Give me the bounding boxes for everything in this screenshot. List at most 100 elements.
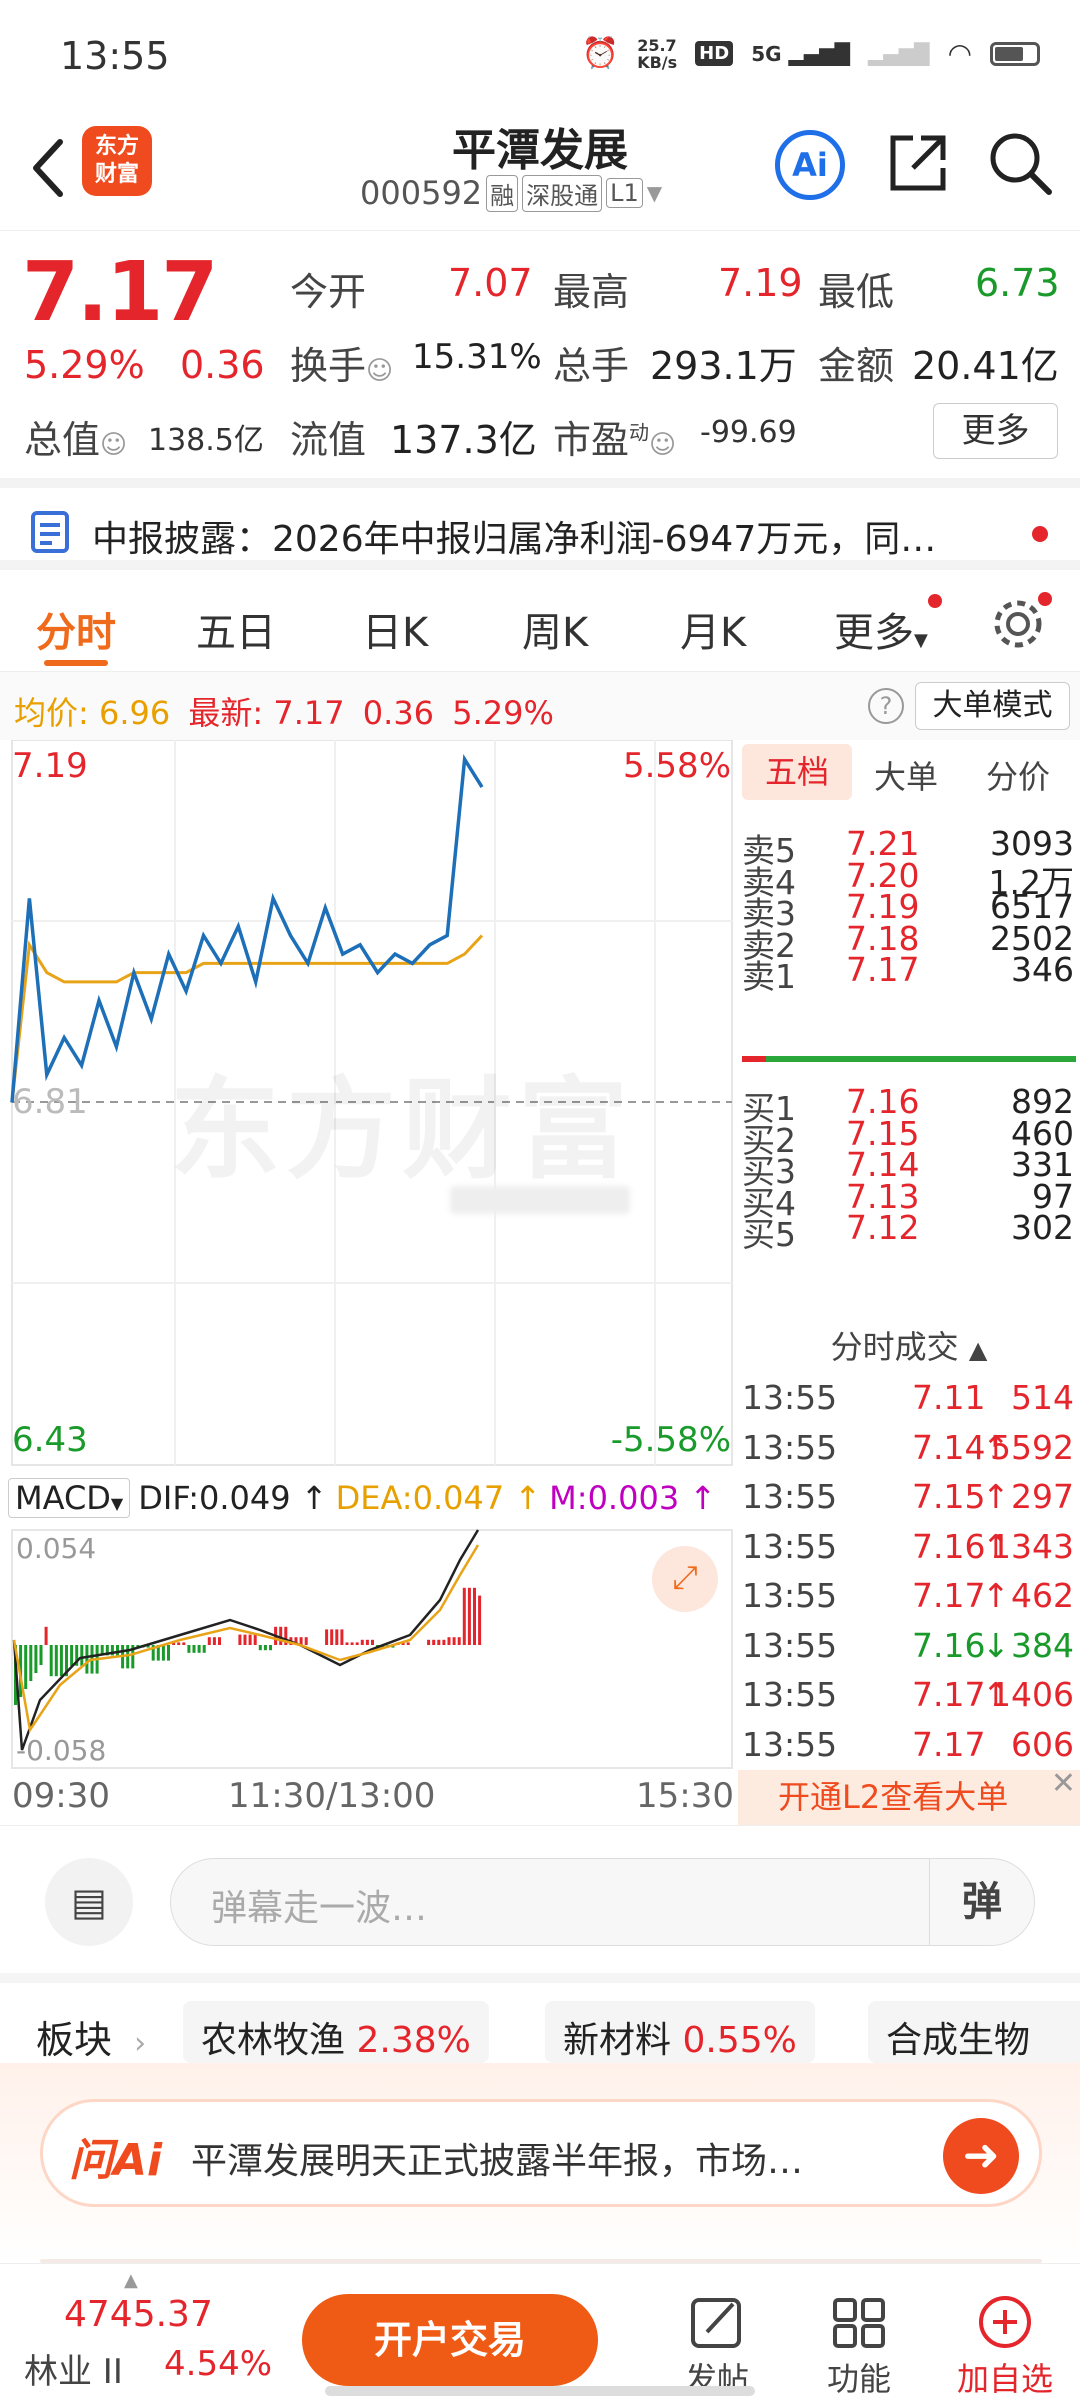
5g-signal-icon: 5G ▂▄▆█ <box>751 41 851 66</box>
volume-value: 293.1万 <box>650 344 797 388</box>
alarm-icon: ⏰ <box>581 36 620 71</box>
sector-chip-1[interactable]: 农林牧渔 2.38% <box>183 2001 489 2063</box>
tab-intraday[interactable]: 分时 <box>36 600 116 658</box>
gear-icon <box>994 600 1042 648</box>
macd-bar <box>335 1629 339 1645</box>
trades-title[interactable]: 分时成交 ▲ <box>738 1322 1080 1368</box>
macd-bar <box>365 1639 369 1645</box>
macd-bar <box>248 1634 252 1645</box>
book-tab-five-level[interactable]: 五档 <box>742 744 852 800</box>
post-button[interactable]: 发帖 <box>672 2294 762 2400</box>
book-tab-big-order[interactable]: 大单 <box>874 752 938 798</box>
macd-bar <box>177 1642 181 1645</box>
max-price-label: 7.19 <box>12 746 88 786</box>
book-tab-price[interactable]: 分价 <box>986 752 1050 798</box>
macd-selector[interactable]: MACD▼ <box>8 1478 131 1518</box>
trade-row: 13:55 7.16 ↑ 1343 <box>738 1521 1080 1569</box>
help-icon[interactable]: ? <box>868 688 904 724</box>
l2-banner[interactable]: 开通L2查看大单 ✕ <box>738 1766 1080 1825</box>
macd-bar <box>304 1637 308 1645</box>
tab-more-dot <box>928 594 942 608</box>
trade-row: 13:55 7.15 ↑ 297 <box>738 1471 1080 1519</box>
function-button[interactable]: 功能 <box>814 2294 904 2400</box>
macd-bar <box>442 1639 446 1645</box>
ask-label: 卖1 <box>742 957 796 996</box>
macd-bar <box>126 1645 130 1669</box>
price-change: 0.36 <box>180 343 265 387</box>
trade-price: 7.16 <box>912 1625 986 1665</box>
macd-min-label: -0.058 <box>16 1734 107 1767</box>
macd-bar <box>49 1645 53 1677</box>
macd-bar <box>218 1637 221 1645</box>
expand-button[interactable]: ⤢ <box>652 1546 718 1612</box>
trade-volume: 514 <box>1011 1378 1074 1417</box>
time-end: 15:30 <box>636 1776 734 1816</box>
ai-button[interactable]: Ai <box>775 130 845 200</box>
macd-bar <box>478 1595 482 1645</box>
trade-time: 13:55 <box>742 1625 838 1665</box>
trade-time: 13:55 <box>742 1675 838 1714</box>
avg-label: 均价: <box>14 694 89 732</box>
danmu-settings-button[interactable]: ▤ <box>45 1858 133 1946</box>
big-order-mode-button[interactable]: 大单模式 <box>915 682 1070 730</box>
macd-bar <box>167 1645 170 1661</box>
tab-weekly-k[interactable]: 周K <box>522 600 588 658</box>
dropdown-icon: ▼ <box>110 1494 124 1513</box>
more-button[interactable]: 更多 <box>933 403 1058 459</box>
macd-bar <box>447 1637 451 1645</box>
last-price: 7.17 <box>22 245 218 340</box>
margin-tag: 融 <box>486 174 519 212</box>
notice-bar[interactable]: 中报披露：2026年中报归属净利润-6947万元，同… <box>0 478 1080 570</box>
settings-button[interactable] <box>990 596 1046 656</box>
tab-monthly-k[interactable]: 月K <box>680 600 746 658</box>
trade-row: 13:55 7.17 ↑ 462 <box>738 1570 1080 1618</box>
macd-bar <box>350 1642 354 1645</box>
min-price-label: 6.43 <box>12 1420 88 1460</box>
tab-five-day[interactable]: 五日 <box>196 600 276 658</box>
macd-bar <box>161 1645 165 1661</box>
price-chart-svg[interactable] <box>0 740 735 1825</box>
ask-ai-go-button[interactable]: ➜ <box>943 2118 1019 2194</box>
sector-label[interactable]: 板块 › <box>36 2009 146 2064</box>
intraday-chart[interactable]: 东方财富 7.19 5.58% 6.81 6.43 -5.58% MACD▼ D… <box>0 740 735 1825</box>
ask-ai-logo: 问Ai <box>69 2135 163 2186</box>
share-button[interactable] <box>885 130 951 200</box>
sector-chip-2[interactable]: 新材料 0.55% <box>545 2001 815 2063</box>
trade-time: 13:55 <box>742 1576 838 1615</box>
macd-bar <box>85 1645 89 1674</box>
time-start: 09:30 <box>12 1776 110 1816</box>
trade-time: 13:55 <box>742 1378 838 1417</box>
macd-bar <box>243 1634 247 1645</box>
ask-ai-bar[interactable]: 问Ai 平潭发展明天正式披露半年报，市场… ➜ <box>40 2099 1042 2207</box>
macd-bar <box>207 1637 211 1645</box>
dea-value: DEA:0.047 ↑ <box>335 1479 542 1517</box>
danmu-input[interactable]: 弹幕走一波… 弹 <box>170 1858 1035 1946</box>
macd-bar <box>427 1639 431 1645</box>
trade-row: 13:55 7.17 ↑ 1406 <box>738 1669 1080 1717</box>
macd-bar <box>34 1645 38 1673</box>
danmu-placeholder: 弹幕走一波… <box>211 1888 428 1929</box>
search-button[interactable] <box>985 128 1055 202</box>
avg-value: 6.96 <box>98 694 171 732</box>
add-watchlist-button[interactable]: 加自选 <box>945 2294 1065 2400</box>
chevron-right-icon: › <box>134 2026 147 2061</box>
high-value: 7.19 <box>718 261 803 305</box>
plus-circle-icon <box>979 2296 1031 2348</box>
macd-bar <box>202 1645 206 1653</box>
open-account-trade-button[interactable]: 开户交易 <box>302 2294 598 2386</box>
tab-daily-k[interactable]: 日K <box>362 600 428 658</box>
macd-bar <box>238 1634 242 1645</box>
danmu-send-button[interactable]: 弹 <box>929 1859 1034 1945</box>
wifi-icon: ◠ <box>947 37 972 70</box>
index-ticker[interactable]: ▲ 4745.37 林业 II 4.54% <box>20 2270 280 2394</box>
info-icon: ☺ <box>366 356 394 386</box>
macd-bar <box>197 1645 201 1653</box>
macd-bar <box>330 1629 334 1645</box>
macd-bar <box>258 1645 262 1651</box>
connect-tag: 深股通 <box>522 174 603 212</box>
macd-bar <box>355 1642 359 1645</box>
stock-code-row[interactable]: 000592 融 深股通 L1 ▼ <box>360 174 662 212</box>
tab-more[interactable]: 更多▼ <box>834 600 928 658</box>
net-speed: 25.7 KB/s <box>637 35 678 72</box>
sector-chip-3[interactable]: 合成生物 <box>868 2001 1080 2063</box>
